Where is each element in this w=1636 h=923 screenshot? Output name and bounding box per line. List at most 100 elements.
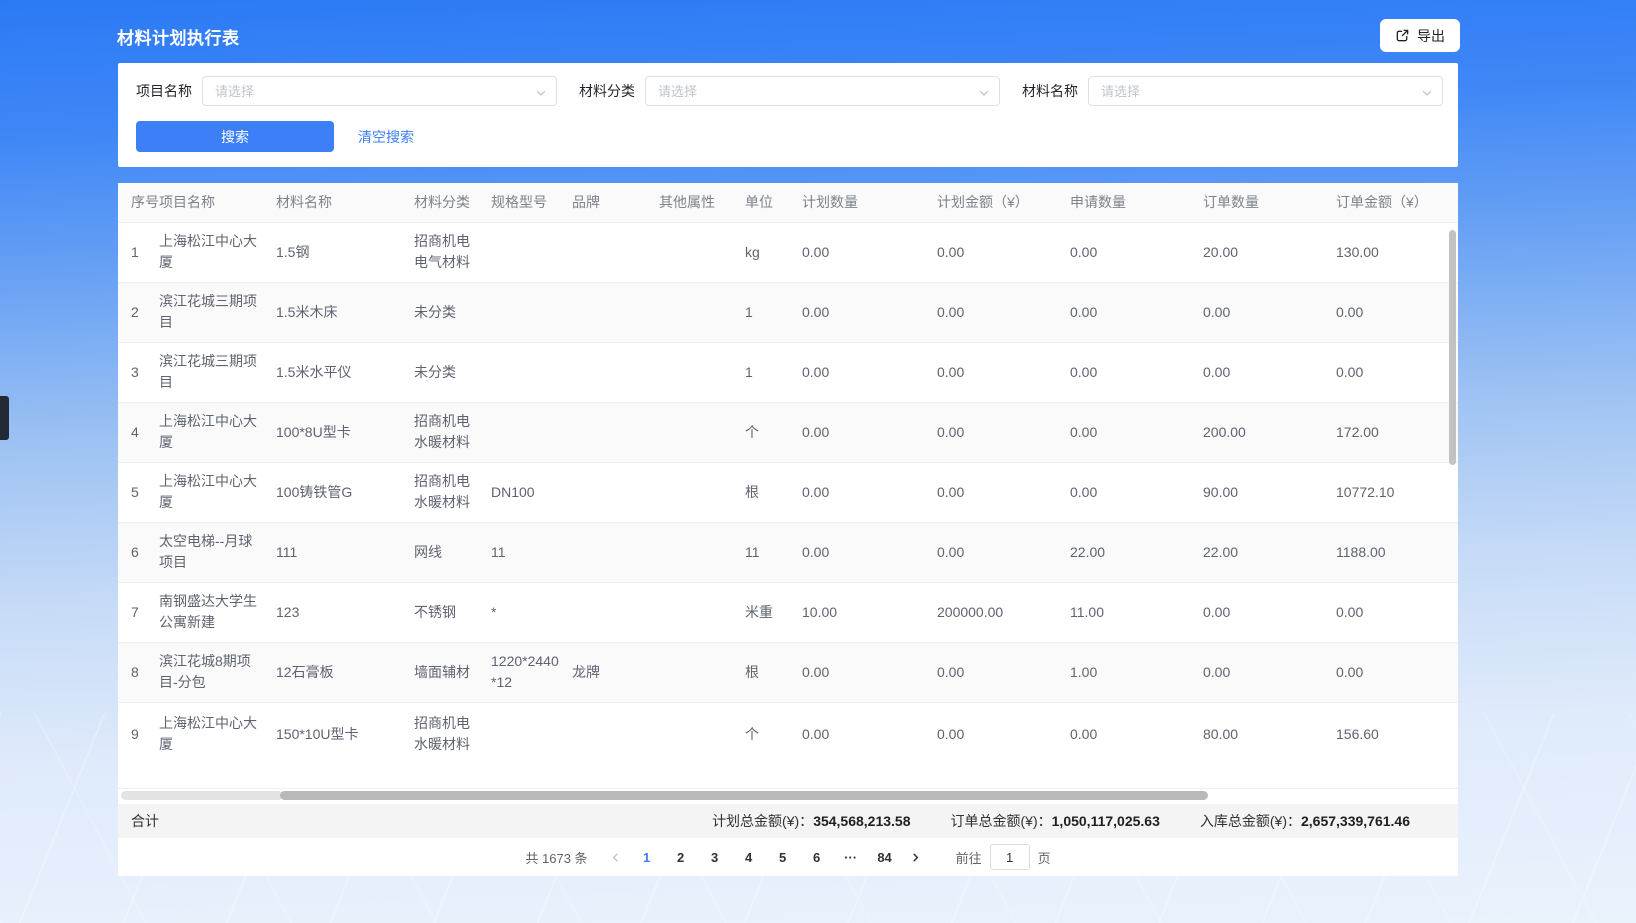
next-page-button[interactable] — [902, 843, 930, 871]
project-name-select[interactable] — [202, 76, 557, 106]
cell-11: 0.00 — [1203, 282, 1336, 342]
cell-10: 0.00 — [1070, 222, 1203, 282]
cell-6 — [659, 642, 745, 702]
cell-7: 根 — [745, 462, 802, 522]
cell-7: 米重 — [745, 582, 802, 642]
total-item-0: 计划总金额(¥)：354,568,213.58 — [712, 811, 910, 831]
goto-page-input[interactable] — [990, 844, 1030, 870]
cell-10: 22.00 — [1070, 522, 1203, 582]
cell-0: 6 — [118, 522, 159, 582]
cell-6 — [659, 702, 745, 788]
cell-5 — [572, 702, 659, 788]
column-header-2: 材料名称 — [276, 183, 414, 222]
table-panel: 序号项目名称材料名称材料分类规格型号品牌其他属性单位计划数量计划金额（¥）申请数… — [118, 183, 1458, 876]
cell-8: 0.00 — [802, 342, 937, 402]
column-header-7: 单位 — [745, 183, 802, 222]
cell-3: 招商机电水暖材料 — [414, 402, 491, 462]
cell-11: 20.00 — [1203, 222, 1336, 282]
page-number-4[interactable]: 4 — [735, 843, 763, 871]
cell-4 — [491, 342, 572, 402]
material-name-select[interactable] — [1088, 76, 1443, 106]
cell-10: 0.00 — [1070, 462, 1203, 522]
cell-11: 80.00 — [1203, 702, 1336, 788]
export-button-label: 导出 — [1417, 26, 1445, 46]
cell-10: 11.00 — [1070, 582, 1203, 642]
filter-field-material: 材料名称 — [1022, 76, 1443, 106]
prev-page-button[interactable] — [602, 843, 630, 871]
project-name-input[interactable] — [203, 77, 556, 105]
cell-0: 5 — [118, 462, 159, 522]
cell-6 — [659, 462, 745, 522]
cell-4 — [491, 402, 572, 462]
cell-8: 0.00 — [802, 282, 937, 342]
page-number-84[interactable]: 84 — [871, 843, 899, 871]
cell-3: 不锈钢 — [414, 582, 491, 642]
cell-9: 0.00 — [937, 462, 1070, 522]
material-name-input[interactable] — [1089, 77, 1442, 105]
table-row[interactable]: 7南钢盛达大学生公寓新建123不锈钢*米重10.00200000.0011.00… — [118, 582, 1458, 642]
material-plan-table: 序号项目名称材料名称材料分类规格型号品牌其他属性单位计划数量计划金额（¥）申请数… — [118, 183, 1458, 789]
page-number-5[interactable]: 5 — [769, 843, 797, 871]
column-header-3: 材料分类 — [414, 183, 491, 222]
table-row[interactable]: 4上海松江中心大厦100*8U型卡招商机电水暖材料个0.000.000.0020… — [118, 402, 1458, 462]
cell-5 — [572, 402, 659, 462]
cell-3: 墙面辅材 — [414, 642, 491, 702]
table-row[interactable]: 1上海松江中心大厦1.5钢招商机电电气材料kg0.000.000.0020.00… — [118, 222, 1458, 282]
cell-6 — [659, 222, 745, 282]
clear-search-link[interactable]: 清空搜索 — [358, 127, 414, 147]
table-row[interactable]: 6太空电梯--月球项目111网线11110.000.0022.0022.0011… — [118, 522, 1458, 582]
horizontal-scrollbar-track — [121, 791, 283, 800]
cell-2: 1.5钢 — [276, 222, 414, 282]
cell-6 — [659, 522, 745, 582]
cell-8: 0.00 — [802, 522, 937, 582]
filter-field-category: 材料分类 — [579, 76, 1000, 106]
cell-1: 滨江花城三期项目 — [159, 342, 276, 402]
cell-2: 1.5米木床 — [276, 282, 414, 342]
page-number-6[interactable]: 6 — [803, 843, 831, 871]
table-row[interactable]: 2滨江花城三期项目1.5米木床未分类10.000.000.000.000.00 — [118, 282, 1458, 342]
cell-9: 200000.00 — [937, 582, 1070, 642]
filter-field-project: 项目名称 — [136, 76, 557, 106]
chevron-down-icon — [1421, 86, 1433, 104]
cell-10: 0.00 — [1070, 702, 1203, 788]
cell-9: 0.00 — [937, 522, 1070, 582]
table-row[interactable]: 3滨江花城三期项目1.5米水平仪未分类10.000.000.000.000.00 — [118, 342, 1458, 402]
cell-1: 滨江花城三期项目 — [159, 282, 276, 342]
cell-7: 1 — [745, 282, 802, 342]
page-number-3[interactable]: 3 — [701, 843, 729, 871]
table-row[interactable]: 8滨江花城8期项目-分包12石膏板墙面辅材1220*2440*12龙牌根0.00… — [118, 642, 1458, 702]
page-number-1[interactable]: 1 — [633, 843, 661, 871]
drawer-handle[interactable] — [0, 396, 9, 440]
cell-5 — [572, 522, 659, 582]
cell-8: 10.00 — [802, 582, 937, 642]
cell-2: 1.5米水平仪 — [276, 342, 414, 402]
cell-8: 0.00 — [802, 642, 937, 702]
cell-1: 南钢盛达大学生公寓新建 — [159, 582, 276, 642]
material-category-select[interactable] — [645, 76, 1000, 106]
cell-7: 个 — [745, 702, 802, 788]
cell-12: 10772.10 — [1336, 462, 1458, 522]
total-item-2: 入库总金额(¥)：2,657,339,761.46 — [1200, 811, 1410, 831]
vertical-scrollbar-thumb[interactable] — [1449, 230, 1456, 465]
search-button[interactable]: 搜索 — [136, 121, 334, 152]
goto-label: 前往 — [956, 848, 982, 867]
cell-12: 0.00 — [1336, 582, 1458, 642]
cell-7: kg — [745, 222, 802, 282]
cell-4 — [491, 222, 572, 282]
column-header-5: 品牌 — [572, 183, 659, 222]
cell-6 — [659, 282, 745, 342]
cell-12: 156.60 — [1336, 702, 1458, 788]
cell-6 — [659, 402, 745, 462]
export-button[interactable]: 导出 — [1380, 19, 1460, 52]
chevron-down-icon — [978, 86, 990, 104]
horizontal-scrollbar-thumb[interactable] — [280, 791, 1208, 800]
table-row[interactable]: 5上海松江中心大厦100铸铁管G招商机电水暖材料DN100根0.000.000.… — [118, 462, 1458, 522]
material-category-input[interactable] — [646, 77, 999, 105]
totals-row: 合计 计划总金额(¥)：354,568,213.58订单总金额(¥)：1,050… — [118, 804, 1458, 838]
page-ellipsis[interactable]: ··· — [837, 843, 865, 871]
cell-0: 9 — [118, 702, 159, 788]
page-number-2[interactable]: 2 — [667, 843, 695, 871]
table-row[interactable]: 9上海松江中心大厦150*10U型卡招商机电水暖材料个0.000.000.008… — [118, 702, 1458, 788]
export-icon — [1395, 28, 1410, 43]
cell-12: 0.00 — [1336, 642, 1458, 702]
